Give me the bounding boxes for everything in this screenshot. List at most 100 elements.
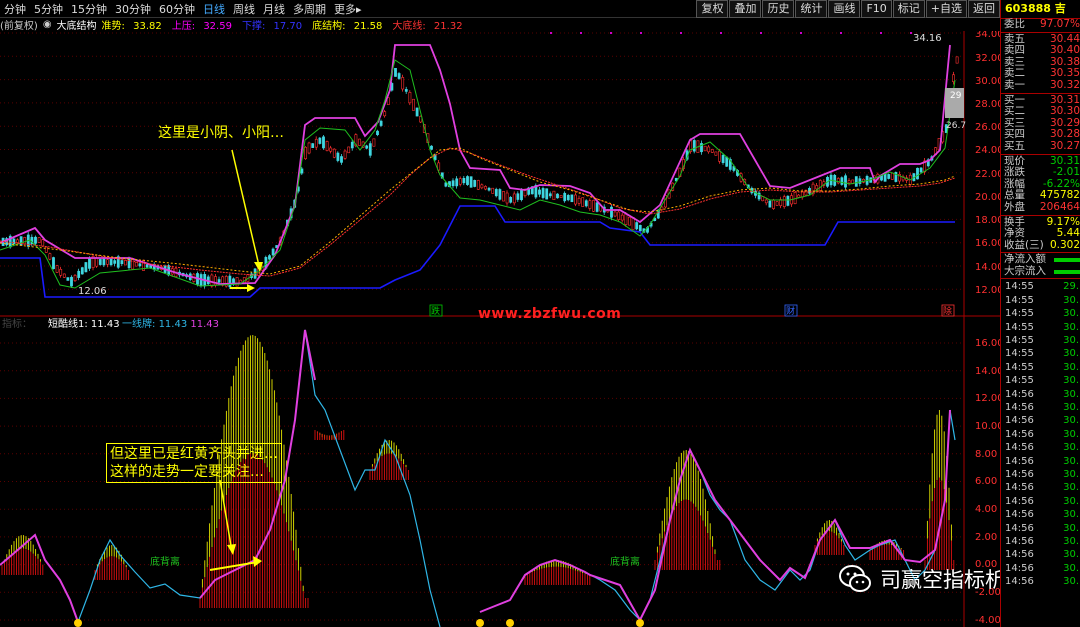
period-30min-tab[interactable]: 30分钟 [111,1,155,17]
y-tick: 8.00 [975,449,997,460]
candle [854,176,858,187]
period-weekly-tab[interactable]: 周线 [229,1,259,17]
indicator-name[interactable]: 大底结构 [57,17,97,32]
candle [401,77,405,90]
ask-row[interactable]: 卖一 30.32 [1001,79,1080,92]
wechat-account-name: 司赢空指标析 [880,568,1006,592]
mark-button[interactable]: 标记 [892,0,925,18]
period-1min-tab[interactable]: 分钟 [0,1,30,17]
candle [638,225,642,232]
candle [577,197,581,204]
wechat-icon [839,565,871,592]
tick-row: 14:56 30. [1005,428,1079,440]
overlay-button[interactable]: 叠加 [729,0,762,18]
watermark-url: www.zbzfwu.com [478,306,622,322]
candle [793,192,797,204]
bid-row[interactable]: 买五 30.27 [1001,140,1080,153]
tick-list[interactable]: 14:55 29. 14:55 30. 14:55 30. 14:55 30. 14:55 30.… [1001,280,1080,588]
chart-canvas[interactable]: 34.00 32.00 30.00 28.00 26.00 24.00 22.0… [0,31,1000,627]
flow-row: 大宗流入 [1001,265,1080,278]
y-tick: 12.00 [975,285,1000,296]
period-monthly-tab[interactable]: 月线 [259,1,289,17]
y-tick: 20.00 [975,192,1000,203]
candle [703,145,707,152]
restore-rights-button[interactable]: 复权 [696,0,729,18]
candle [775,201,779,206]
back-button[interactable]: 返回 [968,0,1000,18]
candle [890,172,894,180]
draw-line-button[interactable]: 画线 [828,0,861,18]
period-60min-tab[interactable]: 60分钟 [155,1,199,17]
indicator-legend: (前复权) ◉ 大底结构 准势: 33.82 上压: 32.59 下撑: 17.… [0,17,473,32]
adjust-mode-label[interactable]: (前复权) [0,17,38,32]
y-tick: 22.00 [975,169,1000,180]
y-tick: 26.00 [975,122,1000,133]
y-tick: 6.00 [975,476,997,487]
f10-button[interactable]: F10 [861,0,892,18]
bid-row[interactable]: 买二 30.30 [1001,106,1080,118]
candle [235,277,239,287]
history-button[interactable]: 历史 [762,0,795,18]
event-marker-exdiv-text: 除 [943,305,952,317]
candle [124,260,127,266]
candle [332,148,336,158]
signal-dot [476,619,484,627]
candle [358,138,361,146]
stats-button[interactable]: 统计 [795,0,828,18]
tick-row: 14:56 30. [1005,509,1079,521]
annotation-bottom-line2: 这样的走势一定要关注… [110,464,264,480]
candle [887,174,891,179]
candle [635,222,639,230]
tick-row: 14:56 30. [1005,455,1079,467]
stat-row: 涨跌 -2.01 [1004,166,1080,179]
sub-indicator-line: 一线牌: 11.43 11.43 [122,317,219,330]
candle [725,156,729,167]
candle [106,259,109,265]
candle [120,260,124,265]
candle [80,267,84,275]
candle [88,258,91,269]
period-15min-tab[interactable]: 15分钟 [67,1,111,17]
high-price-label: 34.16 [913,33,942,44]
upper-pressure-line [0,44,951,285]
candle [340,156,343,163]
candle [505,192,509,204]
stock-code[interactable]: 603888 吉 [1001,0,1080,19]
candle [818,180,822,191]
indicator-settings-icon[interactable]: ◉ [43,19,52,30]
candle [271,248,275,256]
candle [404,89,408,92]
candle [559,195,563,198]
candle [592,200,595,212]
candle [692,140,696,152]
y-tick: 16.00 [975,338,1000,349]
y-tick: 18.00 [975,215,1000,226]
candle [797,194,801,198]
candle [782,196,786,207]
signal-dot [636,619,644,627]
period-more-tab[interactable]: 更多▸ [330,1,366,17]
tick-row: 14:56 30. [1005,442,1079,454]
candle [556,193,559,199]
signal-dot [74,619,82,627]
candle [628,216,631,226]
candle [494,189,498,197]
sub-indicator-name[interactable]: 短酷线1: 11.43 [48,317,120,330]
period-5min-tab[interactable]: 5分钟 [30,1,67,17]
candle [487,187,491,191]
period-daily-tab[interactable]: 日线 [199,1,229,17]
y-tick: -4.00 [975,615,1000,626]
candle [52,257,55,270]
legend-bottom-line: 大底线: 21.32 [392,20,463,32]
candle [62,273,66,278]
add-watchlist-button[interactable]: +自选 [925,0,967,18]
candle [566,195,570,201]
candle [34,236,37,244]
candle [268,255,271,260]
candle [300,168,304,174]
period-multi-tab[interactable]: 多周期 [289,1,330,17]
candle [16,239,19,243]
price-box-label: 29 [950,91,962,101]
candle [815,185,819,190]
candle [37,237,41,243]
